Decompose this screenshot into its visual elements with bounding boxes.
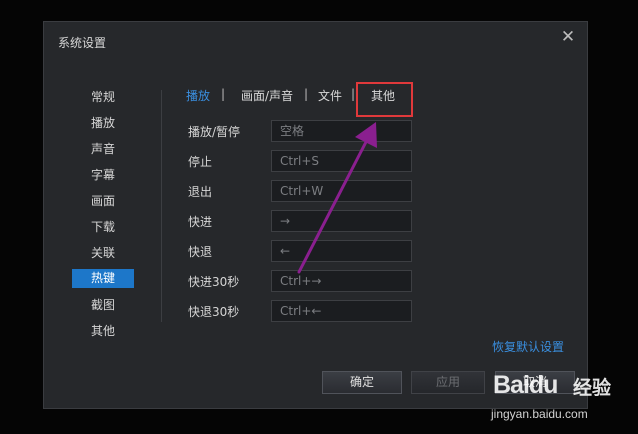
hotkey-row: 快进30秒 Ctrl+→: [188, 270, 428, 292]
hotkey-label: 快退30秒: [188, 305, 240, 319]
sidebar-item-screenshot[interactable]: 截图: [72, 292, 134, 318]
apply-button[interactable]: 应用: [411, 371, 485, 394]
hotkey-input[interactable]: 空格: [271, 120, 412, 142]
hotkey-input[interactable]: Ctrl+S: [271, 150, 412, 172]
hotkey-row: 退出 Ctrl+W: [188, 180, 428, 202]
hotkey-input[interactable]: Ctrl+→: [271, 270, 412, 292]
hotkey-label: 播放/暂停: [188, 125, 241, 139]
hotkey-input[interactable]: Ctrl+W: [271, 180, 412, 202]
hotkey-label: 退出: [188, 185, 213, 199]
tab-separator: |: [304, 87, 309, 101]
sidebar-item-picture[interactable]: 画面: [72, 188, 134, 214]
cancel-button[interactable]: 取消: [495, 371, 575, 394]
hotkey-row: 快进 →: [188, 210, 428, 232]
tab-separator: |: [221, 87, 226, 101]
sidebar-item-subtitles[interactable]: 字幕: [72, 162, 134, 188]
sidebar-item-general[interactable]: 常规: [72, 84, 134, 110]
hotkey-input[interactable]: ←: [271, 240, 412, 262]
tab-playback[interactable]: 播放: [186, 87, 210, 104]
hotkey-row: 停止 Ctrl+S: [188, 150, 428, 172]
highlight-box: [356, 82, 413, 117]
hotkey-input[interactable]: Ctrl+←: [271, 300, 412, 322]
ok-button[interactable]: 确定: [322, 371, 402, 394]
sidebar-item-association[interactable]: 关联: [72, 240, 134, 266]
settings-sidebar: 常规 播放 声音 字幕 画面 下载 关联 热键 截图 其他: [72, 84, 134, 344]
watermark-url: jingyan.baidu.com: [491, 407, 588, 421]
sidebar-item-download[interactable]: 下载: [72, 214, 134, 240]
hotkey-label: 快退: [188, 245, 213, 259]
sidebar-divider: [161, 90, 162, 322]
sidebar-item-other[interactable]: 其他: [72, 318, 134, 344]
close-icon[interactable]: ✕: [559, 28, 577, 46]
tab-file[interactable]: 文件: [318, 87, 342, 104]
sidebar-item-playback[interactable]: 播放: [72, 110, 134, 136]
hotkey-label: 停止: [188, 155, 213, 169]
dialog-title: 系统设置: [58, 36, 107, 50]
sidebar-item-sound[interactable]: 声音: [72, 136, 134, 162]
settings-dialog: 系统设置 ✕ 常规 播放 声音 字幕 画面 下载 关联 热键 截图 其他 播放 …: [43, 21, 588, 409]
hotkey-label: 快进30秒: [188, 275, 240, 289]
sidebar-item-hotkeys[interactable]: 热键: [72, 269, 134, 288]
tab-separator: |: [351, 87, 356, 101]
hotkey-row: 快退30秒 Ctrl+←: [188, 300, 428, 322]
hotkey-row: 快退 ←: [188, 240, 428, 262]
tab-picture-sound[interactable]: 画面/声音: [241, 87, 293, 104]
hotkey-row: 播放/暂停 空格: [188, 120, 428, 142]
hotkey-label: 快进: [188, 215, 213, 229]
restore-defaults-link[interactable]: 恢复默认设置: [492, 338, 564, 355]
hotkey-input[interactable]: →: [271, 210, 412, 232]
